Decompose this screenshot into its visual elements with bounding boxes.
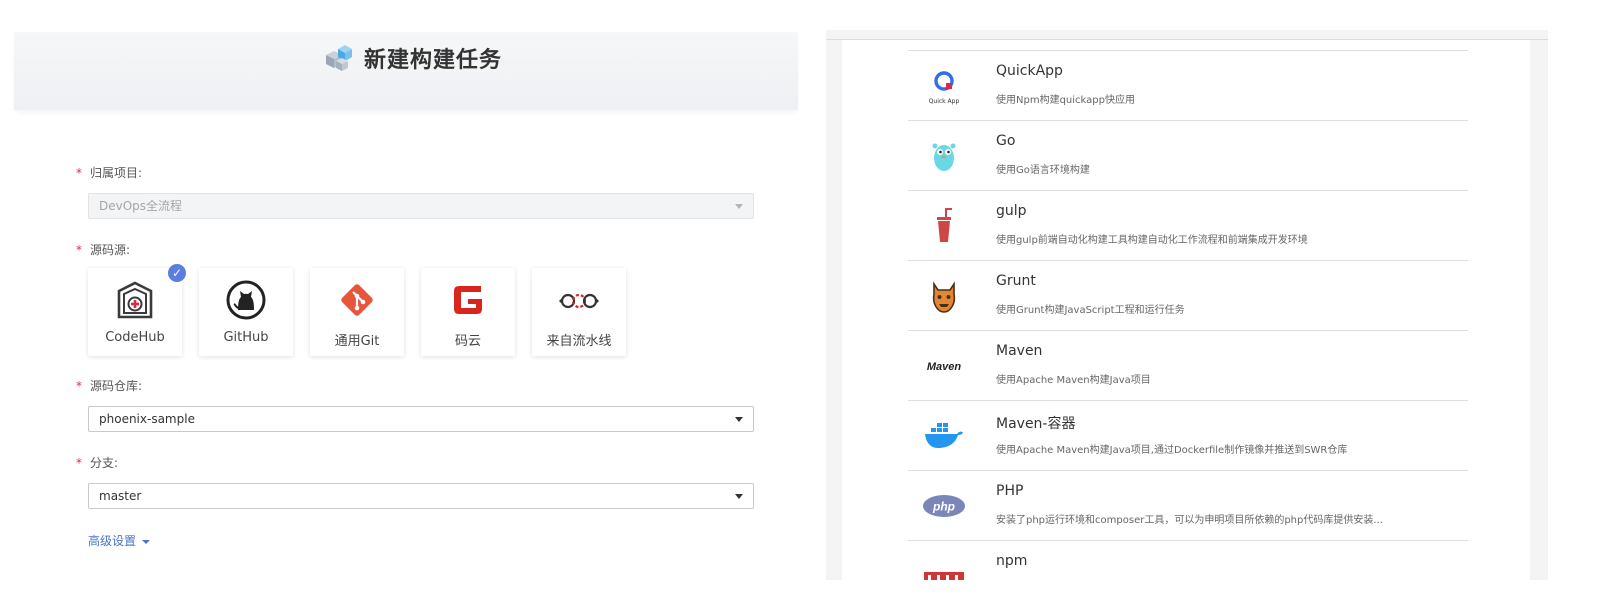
template-list-panel: Quick App QuickApp 使用Npm构建quickapp快应用 Go…: [826, 30, 1548, 580]
build-template-list: Quick App QuickApp 使用Npm构建quickapp快应用 Go…: [842, 40, 1530, 580]
page-title: 新建构建任务: [364, 48, 503, 73]
php-icon: php: [923, 495, 965, 517]
npm-icon: [924, 572, 964, 580]
source-card-gitee[interactable]: 码云: [421, 268, 515, 356]
template-desc: 安装了php运行环境和composer工具，可以为申明项目所依赖的php代码库提…: [996, 515, 1383, 526]
branch-label: * 分支:: [76, 456, 119, 470]
repo-select[interactable]: phoenix-sample: [88, 406, 754, 432]
template-item-quickapp[interactable]: Quick App QuickApp 使用Npm构建quickapp快应用: [908, 50, 1468, 121]
github-icon: [226, 280, 266, 320]
template-desc: 使用Apache Maven构建Java项目: [996, 375, 1151, 386]
advanced-settings-link[interactable]: 高级设置: [88, 532, 151, 549]
go-gopher-icon: [932, 143, 956, 171]
create-build-task-panel: 新建构建任务 * 归属项目: DevOps全流程 * 源码源: CodeHub ✓: [14, 32, 798, 592]
quickapp-icon: Quick App: [929, 71, 960, 105]
template-desc: 使用Go语言环境构建: [996, 165, 1090, 176]
template-desc: 使用Npm构建quickapp快应用: [996, 95, 1135, 106]
template-desc: 使用Grunt构建JavaScript工程和运行任务: [996, 305, 1185, 316]
template-item-maven-container[interactable]: Maven-容器 使用Apache Maven构建Java项目,通过Docker…: [908, 400, 1468, 471]
template-name: QuickApp: [996, 63, 1063, 79]
codehub-icon: [117, 281, 153, 319]
caret-down-icon: [142, 539, 151, 544]
template-item-gulp[interactable]: gulp 使用gulp前端自动化构建工具构建自动化工作流程和前端集成开发环境: [908, 190, 1468, 261]
gitee-icon: [454, 286, 482, 314]
php-icon-text: php: [932, 500, 955, 514]
template-item-maven[interactable]: Maven Maven 使用Apache Maven构建Java项目: [908, 330, 1468, 401]
source-card-label: 通用Git: [334, 334, 380, 349]
template-item-grunt[interactable]: Grunt 使用Grunt构建JavaScript工程和运行任务: [908, 260, 1468, 331]
template-desc: 使用gulp前端自动化构建工具构建自动化工作流程和前端集成开发环境: [996, 235, 1308, 246]
template-item-npm[interactable]: npm: [908, 540, 1468, 580]
maven-icon: Maven: [927, 361, 962, 373]
branch-select[interactable]: master: [88, 483, 754, 509]
template-name: PHP: [996, 483, 1024, 499]
source-card-label: 码云: [454, 334, 481, 349]
docker-icon: [925, 423, 963, 448]
maven-icon-text: Maven: [927, 361, 962, 373]
template-desc: 使用Apache Maven构建Java项目,通过Dockerfile制作镜像并…: [996, 445, 1348, 456]
pipeline-icon: [559, 293, 599, 309]
source-card-pipeline[interactable]: 来自流水线: [532, 268, 626, 356]
template-item-go[interactable]: Go 使用Go语言环境构建: [908, 120, 1468, 191]
chevron-down-icon: [735, 204, 743, 209]
gulp-icon: [937, 208, 952, 242]
source-card-label: GitHub: [223, 330, 269, 345]
chevron-down-icon: [735, 417, 743, 422]
source-card-github[interactable]: GitHub: [199, 268, 293, 356]
template-name: Go: [996, 133, 1016, 149]
page-header-banner: 新建构建任务: [14, 32, 798, 110]
source-label: * 源码源:: [76, 243, 131, 257]
repo-label: * 源码仓库:: [76, 379, 143, 393]
git-icon: [341, 284, 373, 316]
template-name: Maven-容器: [996, 416, 1076, 432]
template-name: gulp: [996, 203, 1027, 219]
source-card-git[interactable]: 通用Git: [310, 268, 404, 356]
cubes-icon: [326, 45, 352, 71]
template-item-php[interactable]: php PHP 安装了php运行环境和composer工具，可以为申明项目所依赖…: [908, 470, 1468, 541]
selected-check-icon: ✓: [168, 264, 186, 282]
quickapp-icon-text: Quick App: [929, 98, 960, 105]
source-card-label: 来自流水线: [546, 334, 612, 349]
template-name: Grunt: [996, 273, 1036, 289]
project-label: * 归属项目:: [76, 166, 143, 180]
grunt-icon: [932, 281, 956, 313]
template-name: npm: [996, 553, 1028, 569]
chevron-down-icon: [735, 494, 743, 499]
template-name: Maven: [996, 343, 1043, 359]
project-select[interactable]: DevOps全流程: [88, 193, 754, 219]
source-card-codehub[interactable]: CodeHub ✓: [88, 264, 186, 356]
source-card-label: CodeHub: [105, 330, 165, 345]
